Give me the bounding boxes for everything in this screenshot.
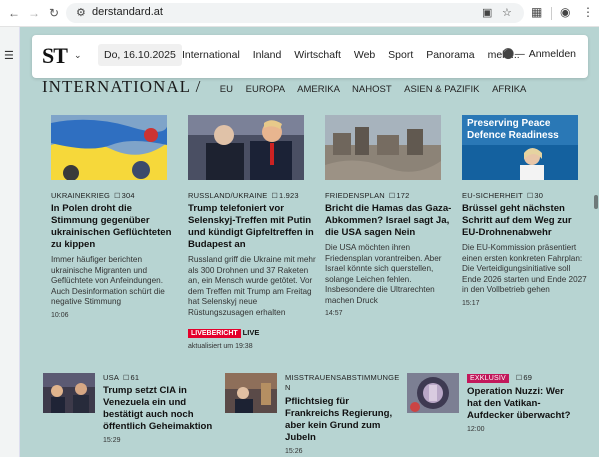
article-card-small[interactable]: USA61 Trump setzt CIA in Venezuela ein u… — [43, 373, 221, 453]
article-teaser: Die EU-Kommission präsentiert einen erst… — [462, 243, 587, 294]
page-content: ST ⌄ Do, 16.10.2025 International Inland… — [20, 27, 599, 457]
back-icon[interactable]: ← — [6, 5, 22, 21]
address-bar[interactable]: ⚙ derstandard.at ▣ ☆ — [66, 3, 524, 23]
article-image-putin-trump[interactable] — [188, 115, 304, 180]
side-panel-strip: ☰ — [0, 27, 20, 457]
article-time: 15:29 — [103, 437, 121, 444]
comment-count[interactable]: 304 — [114, 191, 135, 200]
nav-wirtschaft[interactable]: Wirtschaft — [294, 49, 341, 61]
article-kicker: MISSTRAUENSABSTIMMUNGEN — [285, 373, 401, 393]
comment-count[interactable]: 61 — [123, 373, 139, 382]
article-image-ukraine-flag[interactable] — [51, 115, 168, 181]
profile-icon[interactable]: ◉ — [560, 5, 570, 19]
article-image-vatican[interactable] — [407, 373, 459, 413]
article-time: 15:17 — [462, 299, 480, 307]
article-time: 14:57 — [325, 310, 343, 317]
article-text: MISSTRAUENSABSTIMMUNGEN Pflichtsieg für … — [285, 373, 401, 455]
article-kicker: FRIEDENSPLAN 172 — [325, 191, 453, 200]
site-logo[interactable]: ST — [42, 43, 68, 69]
comment-count[interactable]: 69 — [516, 373, 532, 382]
section-title[interactable]: INTERNATIONAL / — [42, 77, 201, 96]
kicker-label: MISSTRAUENSABSTIMMUNGEN — [285, 373, 400, 392]
article-headline[interactable]: Trump setzt CIA in Venezuela ein und bes… — [103, 385, 213, 433]
subnav-amerika[interactable]: AMERIKA — [297, 84, 339, 95]
subnav-afrika[interactable]: AFRIKA — [492, 84, 526, 95]
subnav-europa[interactable]: EUROPA — [246, 84, 285, 95]
article-headline[interactable]: Operation Nuzzi: Wer hat den Vatikan-Auf… — [467, 386, 577, 422]
kicker-label: USA — [103, 373, 120, 382]
subnav-eu[interactable]: EU — [220, 84, 233, 95]
nav-sport[interactable]: Sport — [388, 49, 413, 61]
article-card-small[interactable]: EXKLUSIV 69 Operation Nuzzi: Wer hat den … — [407, 373, 585, 453]
forward-icon[interactable]: → — [26, 5, 42, 21]
kicker-label: UKRAINEKRIEG — [51, 191, 111, 200]
exklusiv-badge: EXKLUSIV — [467, 374, 509, 383]
article-kicker: UKRAINEKRIEG304 — [51, 191, 179, 200]
menu-icon[interactable]: ⋮ — [582, 5, 594, 19]
side-panel-search-icon[interactable]: ☰ — [4, 49, 14, 62]
login-label: Anmelden — [528, 48, 576, 60]
article-teaser: Die USA möchten ihren Friedensplan voran… — [325, 243, 442, 305]
nav-international[interactable]: International — [182, 49, 240, 61]
kicker-label: FRIEDENSPLAN — [325, 191, 385, 200]
article-headline[interactable]: Brüssel geht nächsten Schritt auf dem We… — [462, 203, 590, 239]
article-card[interactable]: UKRAINEKRIEG304 In Polen droht die Stimm… — [51, 115, 179, 319]
kicker-label: RUSSLAND/UKRAINE — [188, 191, 268, 200]
article-time: 12:00 — [467, 426, 485, 433]
article-text: EXKLUSIV 69 Operation Nuzzi: Wer hat den … — [467, 373, 577, 433]
url-text: derstandard.at — [92, 6, 163, 18]
article-kicker: USA61 — [103, 373, 213, 382]
article-kicker: EU-SICHERHEIT 30 — [462, 191, 590, 200]
article-headline[interactable]: Pflichtsieg für Frankreichs Regierung, a… — [285, 396, 401, 444]
image-caption-line-2: Defence Readiness — [467, 130, 559, 141]
comment-count[interactable]: 172 — [389, 191, 410, 200]
extensions-icon[interactable]: ▦ — [531, 5, 542, 19]
article-card-small[interactable]: MISSTRAUENSABSTIMMUNGEN Pflichtsieg für … — [225, 373, 403, 455]
page-scrollbar[interactable] — [594, 195, 598, 209]
article-time: 10:06 — [51, 311, 69, 319]
chevron-down-icon[interactable]: ⌄ — [74, 50, 82, 61]
install-app-icon[interactable]: ▣ — [482, 6, 492, 19]
nav-inland[interactable]: Inland — [253, 49, 282, 61]
nav-web[interactable]: Web — [354, 49, 375, 61]
nav-panorama[interactable]: Panorama — [426, 49, 474, 61]
article-image-trump-cia[interactable] — [43, 373, 95, 413]
article-card[interactable]: RUSSLAND/UKRAINE1.923 Trump telefoniert … — [188, 115, 316, 350]
kicker-label: EU-SICHERHEIT — [462, 191, 523, 200]
article-image-eu-defence[interactable]: Preserving Peace Defence Readiness — [462, 115, 578, 180]
article-image-france-parliament[interactable] — [225, 373, 277, 413]
live-badge: LIVEBERICHT — [188, 329, 241, 338]
article-headline[interactable]: Trump telefoniert vor Selenskyj-Treffen … — [188, 203, 316, 251]
article-card[interactable]: FRIEDENSPLAN 172 Bricht die Hamas das Gaz… — [325, 115, 453, 317]
date-display[interactable]: Do, 16.10.2025 — [98, 44, 182, 66]
article-text: USA61 Trump setzt CIA in Venezuela ein u… — [103, 373, 213, 444]
key-icon: ⚫— — [502, 49, 525, 60]
main-navigation: International Inland Wirtschaft Web Spor… — [182, 49, 530, 61]
site-header: ST ⌄ Do, 16.10.2025 International Inland… — [32, 35, 588, 78]
subnav-asien-pazifik[interactable]: ASIEN & PAZIFIK — [404, 84, 479, 95]
subnav-nahost[interactable]: NAHOST — [352, 84, 391, 95]
site-settings-icon[interactable]: ⚙ — [76, 6, 86, 19]
article-time: 15:26 — [285, 448, 303, 455]
article-teaser: Immer häufiger berichten ukrainische Mig… — [51, 255, 165, 306]
bookmark-star-icon[interactable]: ☆ — [502, 6, 512, 19]
article-kicker: EXKLUSIV 69 — [467, 373, 577, 383]
article-image-gaza-ruins[interactable] — [325, 115, 441, 180]
comment-count[interactable]: 1.923 — [271, 191, 298, 200]
article-headline[interactable]: Bricht die Hamas das Gaza-Abkommen? Isra… — [325, 203, 453, 239]
section-header: INTERNATIONAL / EU EUROPA AMERIKA NAHOST… — [42, 77, 526, 97]
comment-count[interactable]: 30 — [527, 191, 543, 200]
article-kicker: RUSSLAND/UKRAINE1.923 — [188, 191, 316, 200]
article-updated: aktualisiert um 19:38 — [188, 343, 253, 350]
article-headline[interactable]: In Polen droht die Stimmung gegenüber uk… — [51, 203, 179, 251]
image-caption-line-1: Preserving Peace — [467, 118, 551, 129]
section-subnav: EU EUROPA AMERIKA NAHOST ASIEN & PAZIFIK… — [210, 84, 527, 95]
login-button[interactable]: ⚫— Anmelden — [502, 48, 576, 60]
live-label: LIVE — [242, 328, 260, 337]
reload-icon[interactable]: ↻ — [46, 5, 62, 21]
toolbar-divider — [551, 7, 552, 20]
browser-toolbar: ← → ↻ ⚙ derstandard.at ▣ ☆ ▦ ◉ ⋮ — [0, 0, 599, 27]
article-teaser: Russland griff die Ukraine mit mehr als … — [188, 255, 316, 317]
article-card[interactable]: Preserving Peace Defence Readiness EU-SI… — [462, 115, 590, 307]
